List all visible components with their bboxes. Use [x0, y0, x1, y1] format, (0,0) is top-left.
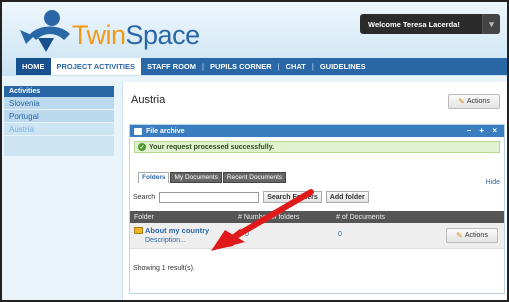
folder-description-link[interactable]: Description...: [145, 237, 186, 244]
col-folder[interactable]: Folder: [134, 214, 154, 221]
search-folders-button[interactable]: Search Folders: [263, 191, 322, 203]
logo-twin: Twin: [72, 20, 126, 50]
logo-space: Space: [125, 20, 201, 50]
page-actions-button[interactable]: ✎ Actions: [448, 94, 500, 109]
row-actions-button[interactable]: ✎ Actions: [446, 228, 498, 243]
nav-project-activities[interactable]: PROJECT ACTIVITIES: [50, 58, 141, 75]
sidebar-item-portugal[interactable]: Portugal: [4, 110, 114, 123]
chevron-down-icon[interactable]: ▾: [482, 14, 500, 34]
nav-staff-room[interactable]: STAFF ROOM: [141, 58, 202, 75]
success-message: ✓ Your request processed successfully.: [134, 141, 500, 153]
portlet-controls[interactable]: – + ×: [467, 126, 500, 135]
col-documents[interactable]: # of Documents: [336, 214, 385, 221]
folder-count: 0: [245, 231, 249, 238]
document-count: 0: [338, 231, 342, 238]
search-label: Search: [133, 193, 156, 201]
table-row[interactable]: About my country Description... 0 0 ✎ Ac…: [130, 223, 504, 249]
sidebar-item-slovenia[interactable]: Slovenia: [4, 97, 114, 110]
col-number-of-folders[interactable]: # Number of folders: [238, 214, 299, 221]
result-count: Showing 1 result(s).: [133, 265, 195, 272]
main-nav: HOME PROJECT ACTIVITIES STAFF ROOM | PUP…: [16, 58, 507, 75]
welcome-text: Welcome Teresa Lacerda!: [368, 19, 460, 29]
checkmark-icon: ✓: [138, 143, 146, 151]
pencil-icon: ✎: [456, 231, 463, 240]
portlet-title: File archive: [146, 127, 185, 135]
nav-chat[interactable]: CHAT: [280, 58, 312, 75]
sidebar-item-austria[interactable]: Austria: [4, 123, 114, 136]
page-title: Austria: [131, 94, 166, 106]
nav-guidelines[interactable]: GUIDELINES: [314, 58, 372, 75]
tab-recent-documents[interactable]: Recent Documents: [222, 172, 287, 183]
main-content: Austria ✎ Actions File archive – + × ✓ Y…: [122, 82, 507, 300]
tab-my-documents[interactable]: My Documents: [170, 172, 222, 183]
hide-link[interactable]: Hide: [486, 179, 500, 186]
actions-label: Actions: [466, 98, 490, 105]
add-folder-button[interactable]: Add folder: [325, 191, 369, 203]
header: TwinSpace Welcome Teresa Lacerda! ▾ HOME…: [2, 2, 507, 76]
nav-home[interactable]: HOME: [16, 58, 51, 75]
portlet-titlebar: File archive – + ×: [130, 125, 504, 137]
folder-window-icon: [134, 127, 142, 135]
sidebar: Activities Slovenia Portugal Austria: [4, 86, 114, 156]
tab-folders[interactable]: Folders: [138, 172, 170, 183]
search-input[interactable]: [159, 191, 260, 203]
folder-icon: [134, 227, 143, 234]
table-header: Folder # Number of folders # of Document…: [130, 211, 504, 223]
welcome-menu[interactable]: Welcome Teresa Lacerda! ▾: [360, 14, 500, 34]
actions-label: Actions: [464, 232, 488, 239]
folder-name-link[interactable]: About my country: [145, 226, 209, 235]
archive-tabs: Folders My Documents Recent Documents: [138, 172, 287, 183]
success-text: Your request processed successfully.: [149, 143, 275, 151]
file-archive-portlet: File archive – + × ✓ Your request proces…: [129, 124, 505, 294]
nav-pupils-corner[interactable]: PUPILS CORNER: [204, 58, 278, 75]
pencil-icon: ✎: [458, 97, 465, 106]
folder-table: Folder # Number of folders # of Document…: [130, 211, 504, 249]
sidebar-title: Activities: [4, 86, 114, 97]
logo-text[interactable]: TwinSpace: [72, 20, 200, 51]
app-frame: TwinSpace Welcome Teresa Lacerda! ▾ HOME…: [0, 0, 509, 302]
search-row: Search Search Folders Add folder: [130, 189, 506, 205]
